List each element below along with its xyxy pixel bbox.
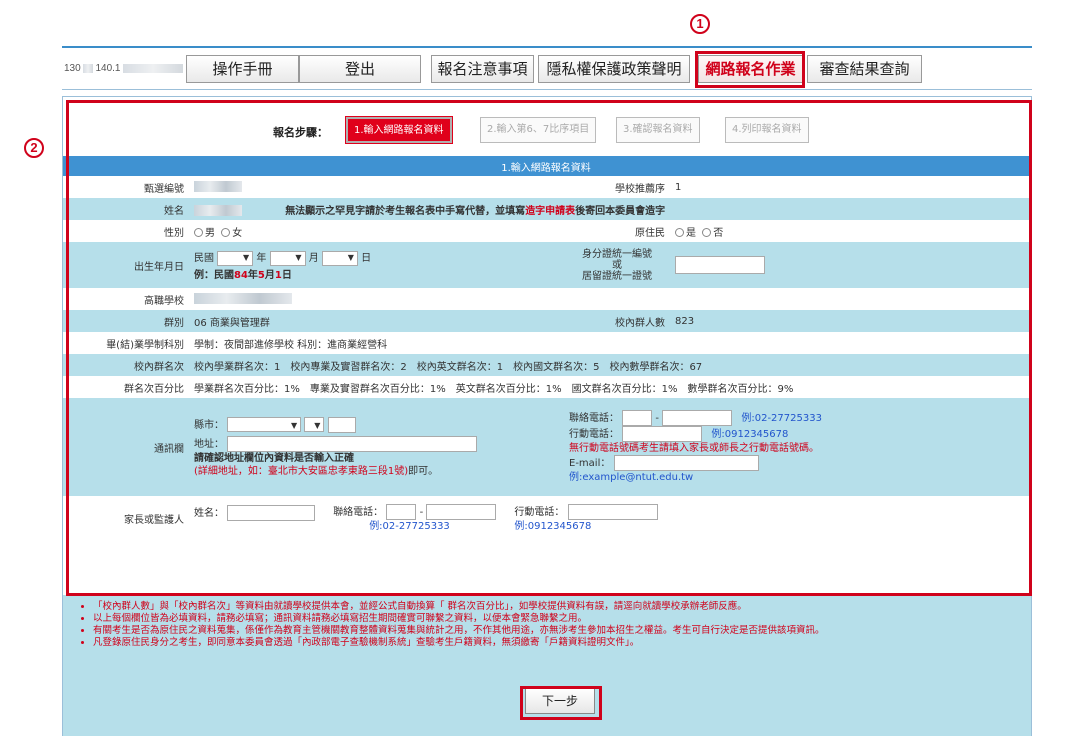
registration-notice-button[interactable]: 報名注意事項 (431, 55, 534, 83)
note-item: 有關考生是否為原住民之資料蒐集，係僅作為教育主管機關教育整體資料蒐集與統計之用，… (93, 625, 1031, 637)
note-item: 凡登錄原住民身分之考生，即同意本委員會透過「內政部電子查驗機制系統」查驗考生戶籍… (93, 637, 1031, 649)
privacy-policy-button[interactable]: 隱私權保護政策聲明 (538, 55, 690, 83)
user-info: 130 140.1 (64, 63, 183, 74)
review-result-button[interactable]: 審查結果查詢 (807, 55, 922, 83)
highlight-online-registration (695, 51, 805, 88)
highlight-form-area (66, 100, 1032, 596)
note-item: 「校內群人數」與「校內群名次」等資料由就讀學校提供本會，並經公式自動換算「 群名… (93, 601, 1031, 613)
logout-button[interactable]: 登出 (299, 55, 421, 83)
manual-button[interactable]: 操作手冊 (186, 55, 299, 83)
top-navigation: 130 140.1 操作手冊 登出 報名注意事項 隱私權保護政策聲明 網路報名作… (62, 46, 1032, 90)
annotation-2: 2 (24, 138, 44, 158)
note-item: 以上每個欄位皆為必填資料，請務必填寫；通訊資料請務必填寫招生期間確實可聯繫之資料… (93, 613, 1031, 625)
annotation-1: 1 (690, 14, 710, 34)
highlight-next-button (520, 686, 602, 720)
